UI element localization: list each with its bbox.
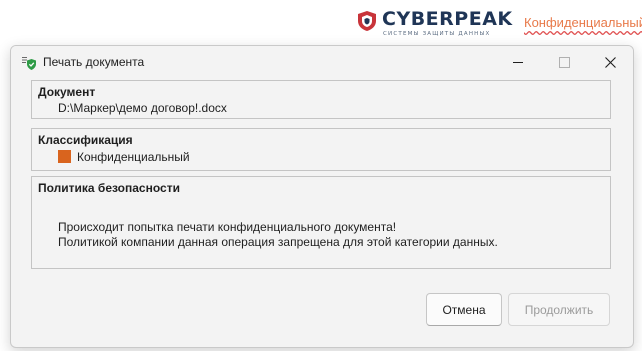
close-icon bbox=[604, 56, 616, 68]
classification-color-swatch bbox=[58, 150, 71, 163]
shield-logo-icon bbox=[358, 11, 376, 31]
brand-tagline: СИСТЕМЫ ЗАЩИТЫ ДАННЫХ bbox=[383, 31, 491, 37]
continue-button[interactable]: Продолжить bbox=[508, 293, 610, 326]
maximize-button[interactable] bbox=[541, 46, 587, 78]
minimize-button[interactable] bbox=[495, 46, 541, 78]
print-shield-app-icon bbox=[22, 57, 36, 70]
brand-name: CYBERPEAK bbox=[382, 8, 513, 30]
security-policy-group: Политика безопасности Происходит попытка… bbox=[31, 176, 611, 269]
dialog-titlebar[interactable]: Печать документа bbox=[11, 46, 633, 78]
document-path: D:\Маркер\демо договор!.docx bbox=[58, 101, 227, 115]
policy-message-line2: Политикой компании данная операция запре… bbox=[58, 235, 498, 249]
cancel-button[interactable]: Отмена bbox=[426, 293, 502, 326]
classification-value: Конфиденциальный bbox=[77, 150, 190, 164]
policy-heading: Политика безопасности bbox=[38, 181, 180, 195]
classification-group: Классификация Конфиденциальный bbox=[31, 128, 611, 171]
cyberpeak-logo: CYBERPEAK СИСТЕМЫ ЗАЩИТЫ ДАННЫХ bbox=[357, 8, 517, 40]
minimize-icon bbox=[513, 61, 523, 63]
document-group: Документ D:\Маркер\демо договор!.docx bbox=[31, 80, 611, 119]
document-heading: Документ bbox=[38, 85, 96, 99]
maximize-icon bbox=[558, 56, 570, 68]
print-document-dialog: Печать документа Документ D:\Маркер\демо… bbox=[10, 45, 634, 348]
classification-heading: Классификация bbox=[38, 133, 133, 147]
document-classification-label: Конфиденциальный bbox=[524, 15, 642, 30]
policy-message-line1: Происходит попытка печати конфиденциальн… bbox=[58, 220, 397, 234]
dialog-title: Печать документа bbox=[43, 55, 145, 69]
close-button[interactable] bbox=[587, 46, 633, 78]
